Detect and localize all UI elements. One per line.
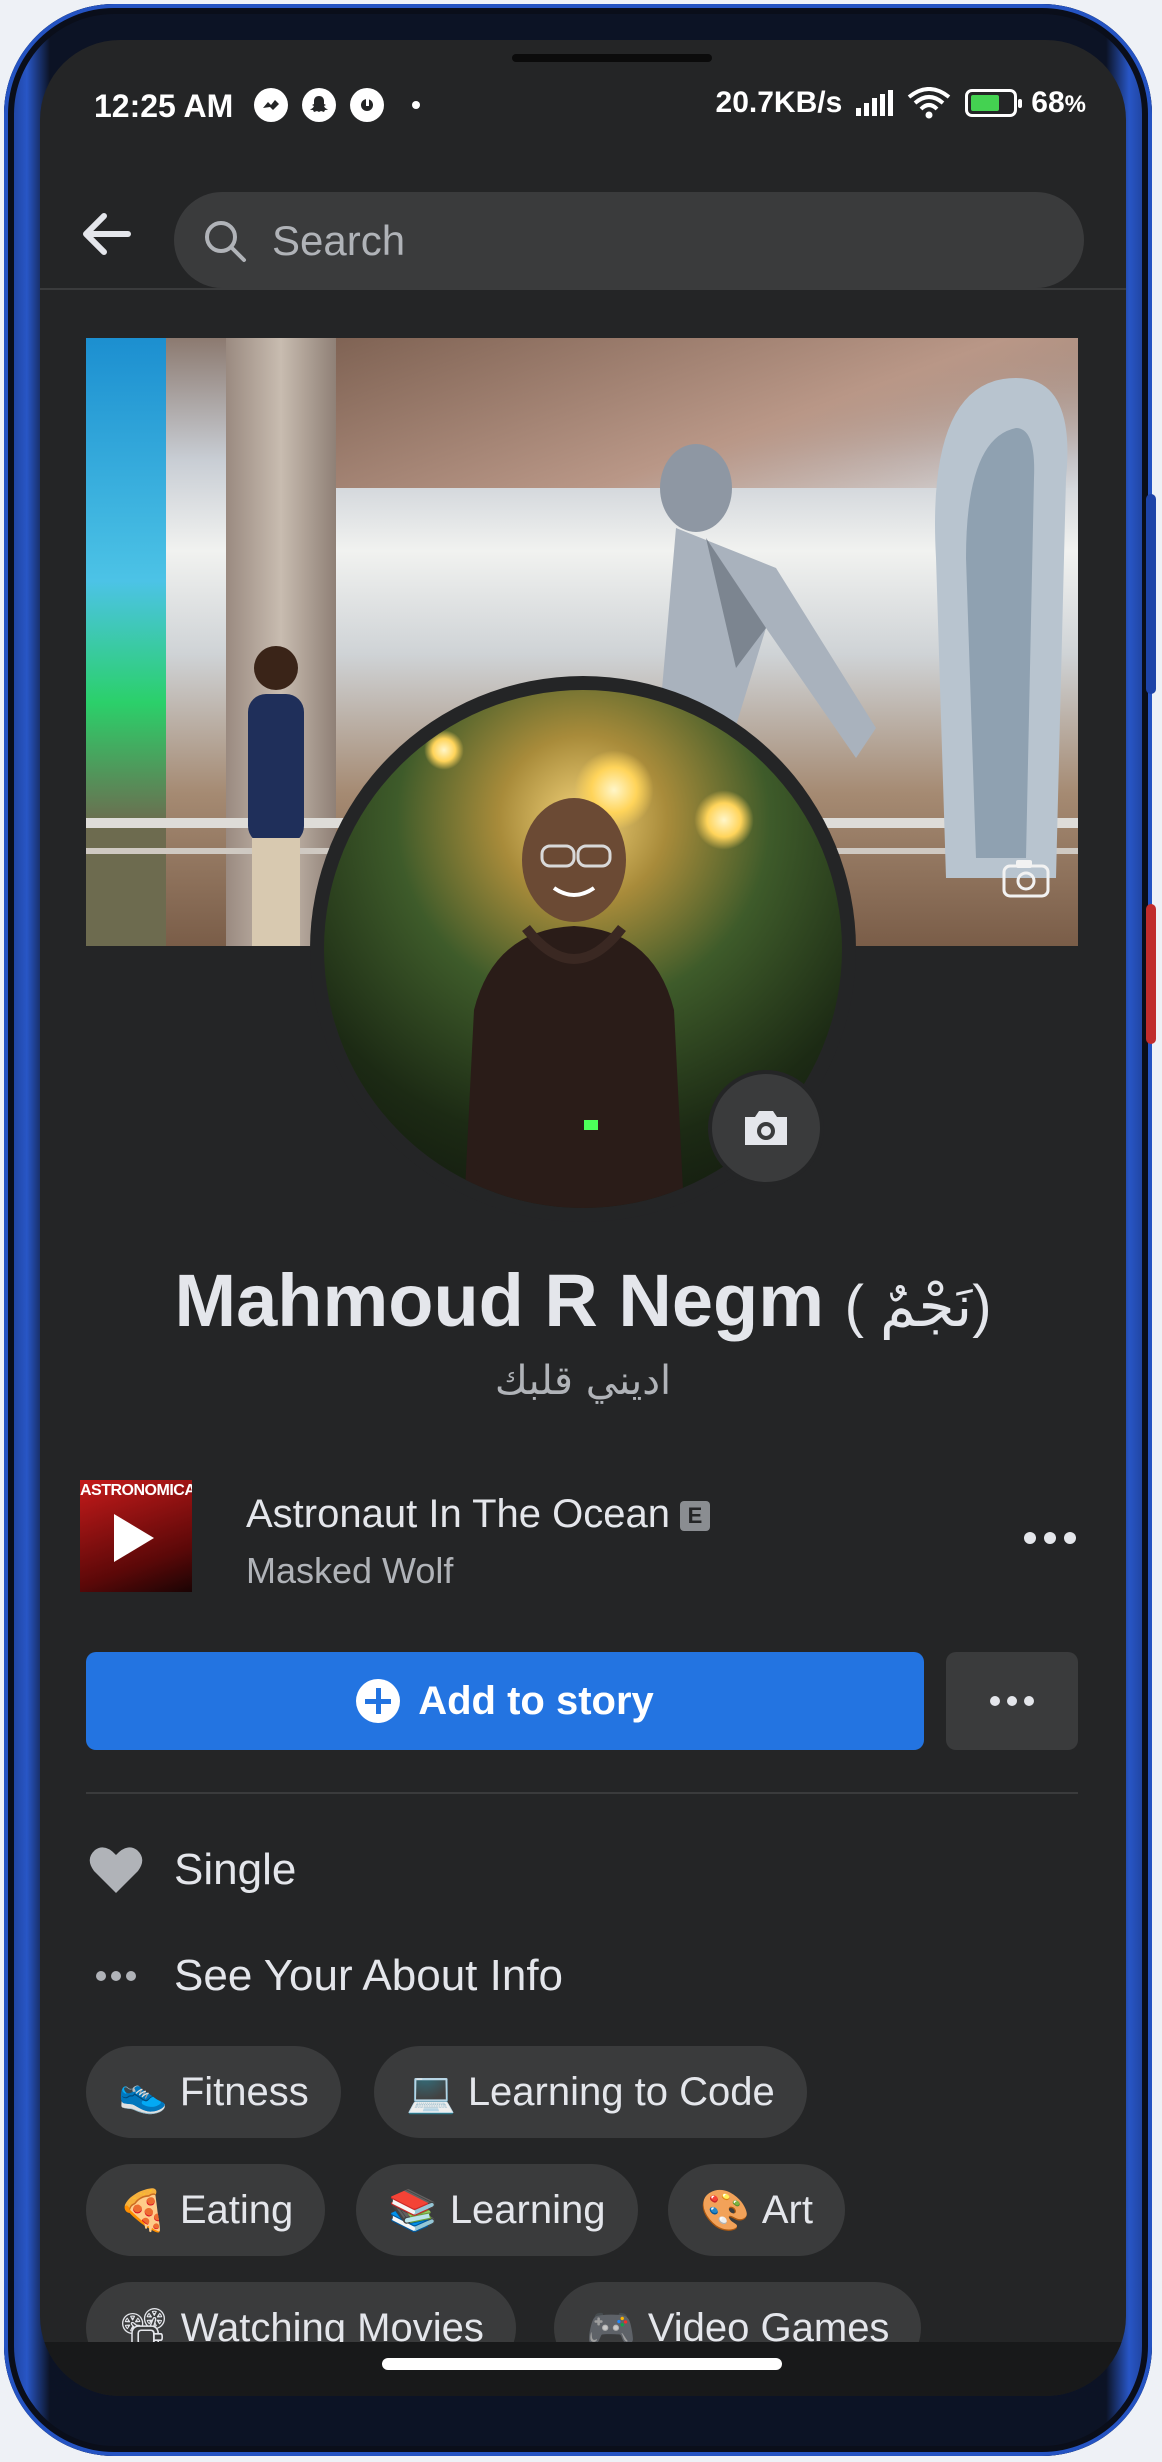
heart-icon [86,1840,146,1900]
hobby-chip[interactable]: 🎨 Art [668,2164,845,2256]
home-indicator[interactable] [382,2358,782,2370]
wifi-icon [908,87,951,119]
status-time: 12:25 AM [94,88,234,124]
add-to-story-label: Add to story [418,1678,654,1723]
back-button[interactable] [76,204,136,264]
snapchat-icon [302,88,336,122]
search-input[interactable] [270,212,1034,270]
palette-icon: 🎨 [700,2187,750,2234]
screen: 12:25 AM 20.7KB/s 68% Search Mahmoud R N… [40,40,1126,2396]
signal-icon [856,90,894,116]
see-about-row[interactable]: See Your About Info [86,1946,1078,2006]
hobby-chip[interactable]: 💻 Learning to Code [374,2046,807,2138]
network-speed: 20.7KB/s [715,86,843,119]
messenger-icon [254,88,288,122]
album-art-text: ASTRONOMICAL [80,1482,192,1499]
pizza-icon: 🍕 [118,2187,168,2234]
status-right: 20.7KB/s 68% [716,86,1086,120]
plus-circle-icon [356,1679,401,1723]
song-title: Astronaut In The Ocean E [246,1492,710,1537]
see-about-label: See Your About Info [174,1951,564,2000]
hobby-chip[interactable]: 🍕 Eating [86,2164,326,2256]
battery-level: 68% [1031,86,1086,119]
profile-alt-name: ( نَجْمٌ) [844,1274,992,1339]
divider [86,1792,1078,1794]
books-icon: 📚 [388,2187,438,2234]
play-icon [114,1514,154,1562]
avatar-camera-button[interactable] [708,1070,824,1186]
more-dots-icon [990,1696,1034,1706]
more-dots-icon [1024,1532,1076,1544]
phone-frame: 12:25 AM 20.7KB/s 68% Search Mahmoud R N… [4,4,1156,2456]
search-icon [205,221,246,262]
explicit-badge: E [679,1501,710,1531]
notification-icons [254,88,420,122]
profile-name: Mahmoud R Negm ( نَجْمٌ) [40,1258,1126,1343]
volume-button [1146,494,1156,694]
song-more-button[interactable] [1010,1514,1090,1564]
earpiece-speaker [512,54,712,62]
camera-icon[interactable] [996,848,1056,908]
battery-icon [965,89,1023,117]
add-to-story-button[interactable]: Add to story [86,1652,924,1750]
sneaker-icon: 👟 [118,2069,168,2116]
relationship-status: Single [174,1845,297,1894]
song-artist: Masked Wolf [246,1550,454,1591]
cover-person [248,646,304,946]
hobby-chip[interactable]: 👟 Fitness [86,2046,341,2138]
hobby-chip[interactable]: 📚 Learning [356,2164,638,2256]
profile-bio: اديني قلبك [494,1358,672,1404]
profile-name-text: Mahmoud R Negm [174,1259,825,1342]
cover-sculpture [935,378,1068,878]
camera-icon [745,1111,787,1145]
arrow-left-icon [83,213,131,255]
avatar-person [464,798,684,1208]
profile-more-button[interactable] [946,1652,1078,1750]
more-dots-icon [86,1946,146,2006]
search-bar[interactable] [174,192,1084,288]
relationship-row[interactable]: Single [86,1840,1078,1900]
top-bar [40,170,1126,290]
status-bar: 12:25 AM 20.7KB/s 68% [40,80,1126,140]
app-notification-icon [350,88,384,122]
laptop-icon: 💻 [406,2069,456,2116]
power-button [1146,904,1156,1044]
profile-song[interactable]: ASTRONOMICAL Astronaut In The OceanE Mas… [80,1480,1090,1600]
album-art[interactable]: ASTRONOMICAL [80,1480,192,1592]
more-notifications-dot [412,101,420,109]
